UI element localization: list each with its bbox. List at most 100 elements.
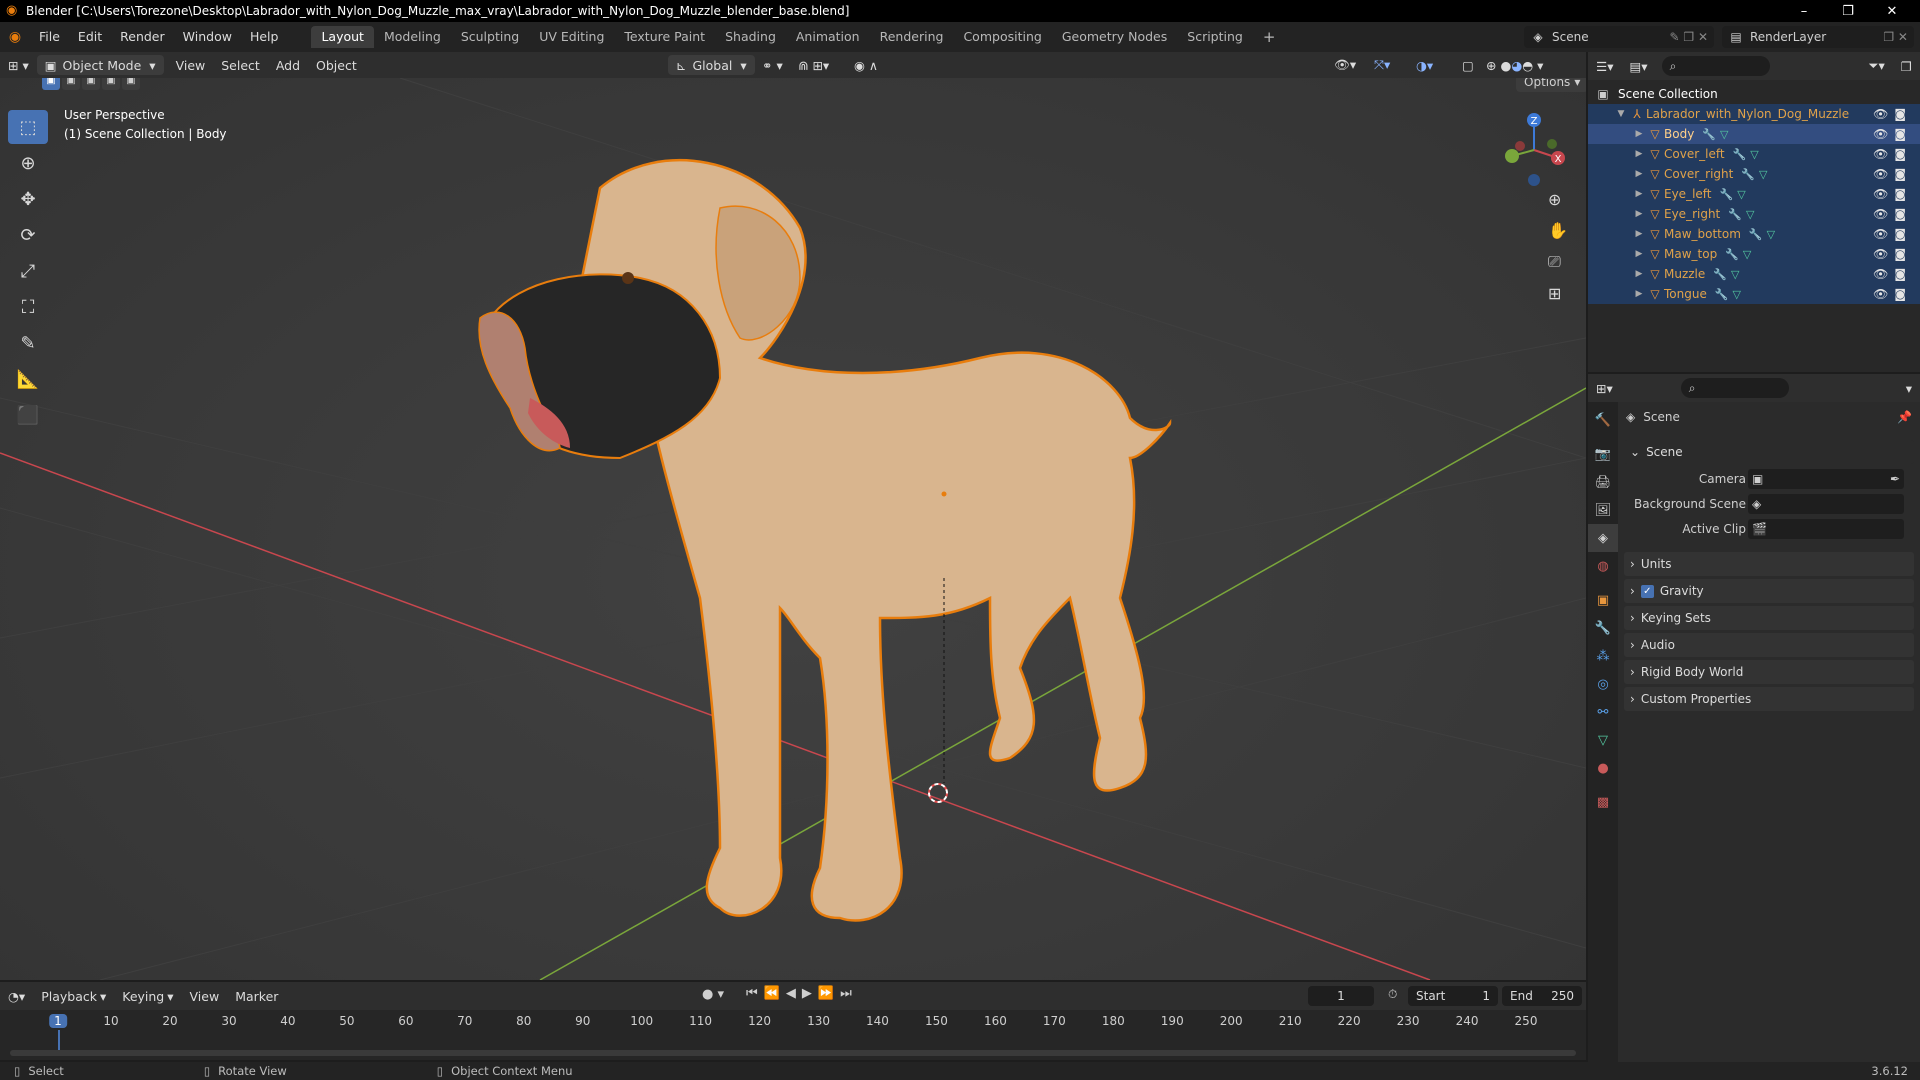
tab-particles[interactable]: ⁂	[1588, 642, 1618, 670]
visibility-render-icons[interactable]: 👁◙	[1873, 127, 1912, 141]
timeline[interactable]: 1 10 20 30 40 50 60 70 80 90 100 110 120 130 140 150 160…	[0, 1010, 1586, 1060]
outliner-item-tongue[interactable]: ▶ ▽ Tongue 🔧 ▽ 👁◙	[1588, 284, 1920, 304]
tab-modifiers[interactable]: 🔧	[1588, 614, 1618, 642]
tab-modeling[interactable]: Modeling	[374, 26, 451, 48]
expand-icon[interactable]: ▶	[1632, 189, 1646, 199]
viewport-menu-add[interactable]: Add	[268, 55, 308, 75]
neg-y-handle[interactable]	[1547, 139, 1557, 149]
ortho-grid-icon[interactable]: ⊞	[1548, 284, 1568, 303]
outliner-item-maw-bottom[interactable]: ▶ ▽ Maw_bottom 🔧 ▽ 👁◙	[1588, 224, 1920, 244]
timeline-scrollbar[interactable]	[10, 1050, 1576, 1056]
select-subtract-icon[interactable]: ▣	[82, 78, 100, 90]
outliner-search-input[interactable]: ⌕	[1661, 56, 1770, 76]
outliner-item-body[interactable]: ▶ ▽ Body 🔧 ▽ 👁◙	[1588, 124, 1920, 144]
expand-icon[interactable]: ▶	[1632, 249, 1646, 259]
tab-render[interactable]: 📷	[1588, 440, 1618, 468]
visibility-render-icons[interactable]: 👁◙	[1873, 227, 1912, 241]
neg-z-handle[interactable]	[1528, 174, 1540, 186]
add-workspace-button[interactable]: +	[1253, 26, 1286, 48]
scene-selector[interactable]: ◈ Scene ✎ ❐ ✕	[1524, 26, 1714, 48]
viewport-canvas[interactable]	[0, 78, 1586, 980]
eyedropper-icon[interactable]: ✒	[1890, 472, 1900, 486]
expand-icon[interactable]: ▶	[1632, 129, 1646, 139]
play-icon[interactable]: ▶	[802, 986, 818, 1001]
display-mode-icon[interactable]: ▤▾	[1621, 56, 1655, 76]
tab-rendering[interactable]: Rendering	[870, 26, 954, 48]
gravity-panel[interactable]: › ✓ Gravity	[1624, 579, 1914, 603]
units-panel[interactable]: › Units	[1624, 552, 1914, 576]
minimize-button[interactable]: –	[1782, 0, 1826, 22]
transform-orientation-dropdown[interactable]: ⊾ Global ▾	[668, 55, 755, 75]
render-layer-selector[interactable]: ▤ RenderLayer ❐ ✕	[1722, 26, 1914, 48]
keying-menu[interactable]: Keying ▾	[114, 986, 181, 1006]
y-axis-handle[interactable]	[1505, 149, 1519, 163]
viewport-menu-select[interactable]: Select	[213, 55, 268, 75]
viewport-menu-view[interactable]: View	[168, 55, 214, 75]
active-clip-field[interactable]: 🎬	[1748, 519, 1904, 539]
tab-scripting[interactable]: Scripting	[1177, 26, 1253, 48]
audio-panel[interactable]: › Audio	[1624, 633, 1914, 657]
snap-icon[interactable]: ⋒ ⊞▾	[790, 55, 837, 75]
menu-file[interactable]: File	[30, 26, 69, 48]
move-tool[interactable]: ✥	[8, 182, 48, 216]
proportional-edit-icon[interactable]: ◉ ∧	[846, 55, 886, 75]
options-button[interactable]: Options ▾	[1516, 78, 1586, 92]
tab-material[interactable]: ●	[1588, 754, 1618, 782]
keying-sets-panel[interactable]: › Keying Sets	[1624, 606, 1914, 630]
rotate-tool[interactable]: ⟳	[8, 218, 48, 252]
expand-icon[interactable]: ▶	[1632, 269, 1646, 279]
outliner-item-cover-left[interactable]: ▶ ▽ Cover_left 🔧 ▽ 👁◙	[1588, 144, 1920, 164]
visibility-render-icons[interactable]: 👁◙	[1873, 187, 1912, 201]
tab-animation[interactable]: Animation	[786, 26, 870, 48]
end-frame-field[interactable]: End 250	[1502, 986, 1582, 1006]
viewport-menu-object[interactable]: Object	[308, 55, 365, 75]
custom-properties-panel[interactable]: › Custom Properties	[1624, 687, 1914, 711]
timeline-view-menu[interactable]: View	[182, 986, 228, 1006]
menu-render[interactable]: Render	[111, 26, 174, 48]
overlay-toggle-icon[interactable]: ◑▾	[1408, 55, 1441, 75]
tab-sculpting[interactable]: Sculpting	[451, 26, 529, 48]
dog-model[interactable]	[478, 159, 1172, 922]
visibility-render-icons[interactable]: 👁◙	[1873, 147, 1912, 161]
menu-help[interactable]: Help	[241, 26, 288, 48]
timeline-editor-type-icon[interactable]: ◔▾	[0, 986, 33, 1006]
transform-tool[interactable]: ⛶	[8, 290, 48, 324]
maximize-button[interactable]: ❐	[1826, 0, 1870, 22]
outliner-item-muzzle[interactable]: ▶ ▽ Muzzle 🔧 ▽ 👁◙	[1588, 264, 1920, 284]
visibility-icon[interactable]: 👁▾	[1326, 55, 1364, 75]
cursor-tool[interactable]: ⊕	[8, 146, 48, 180]
properties-search-input[interactable]: ⌕	[1680, 378, 1789, 398]
expand-icon[interactable]: ▶	[1632, 289, 1646, 299]
select-intersect-icon[interactable]: ▣	[122, 78, 140, 90]
outliner-scene-collection[interactable]: ▣ Scene Collection	[1588, 84, 1920, 104]
properties-editor-type-icon[interactable]: ⊞▾	[1588, 378, 1621, 398]
chevron-down-icon[interactable]: ▾	[1898, 378, 1920, 398]
blender-menu-icon[interactable]: ◉	[0, 29, 30, 45]
mode-dropdown[interactable]: ▣ Object Mode ▾	[36, 55, 164, 75]
measure-tool[interactable]: 📐	[8, 362, 48, 396]
tab-compositing[interactable]: Compositing	[953, 26, 1051, 48]
tab-layout[interactable]: Layout	[311, 26, 374, 48]
playback-menu[interactable]: Playback ▾	[33, 986, 114, 1006]
menu-window[interactable]: Window	[174, 26, 241, 48]
navigation-gizmo[interactable]: Z X	[1494, 108, 1574, 188]
tab-world[interactable]: ◍	[1588, 552, 1618, 580]
outliner-item-cover-right[interactable]: ▶ ▽ Cover_right 🔧 ▽ 👁◙	[1588, 164, 1920, 184]
select-box-tool[interactable]: ⬚	[8, 110, 48, 144]
next-keyframe-icon[interactable]: ⏩	[818, 986, 840, 1001]
expand-icon[interactable]: ▶	[1632, 229, 1646, 239]
outliner-item-maw-top[interactable]: ▶ ▽ Maw_top 🔧 ▽ 👁◙	[1588, 244, 1920, 264]
camera-field[interactable]: ▣ ✒	[1748, 469, 1904, 489]
tab-data[interactable]: ▽	[1588, 726, 1618, 754]
rigid-body-world-panel[interactable]: › Rigid Body World	[1624, 660, 1914, 684]
tab-physics[interactable]: ◎	[1588, 670, 1618, 698]
new-collection-icon[interactable]: ❐	[1893, 56, 1920, 76]
start-frame-field[interactable]: Start 1	[1408, 986, 1498, 1006]
tab-constraints[interactable]: ⚯	[1588, 698, 1618, 726]
annotate-tool[interactable]: ✎	[8, 326, 48, 360]
tab-uv-editing[interactable]: UV Editing	[529, 26, 614, 48]
jump-end-icon[interactable]: ⏭	[840, 986, 858, 1001]
tab-geometry-nodes[interactable]: Geometry Nodes	[1052, 26, 1177, 48]
expand-icon[interactable]: ▶	[1632, 149, 1646, 159]
tab-object[interactable]: ▣	[1588, 586, 1618, 614]
